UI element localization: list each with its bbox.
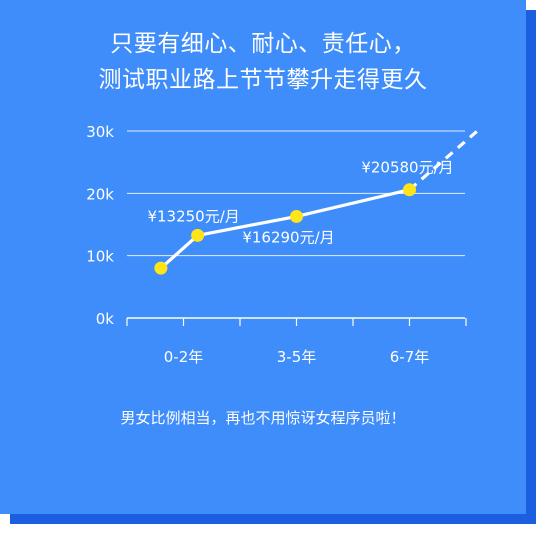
- data-label: ¥13250元/月: [147, 207, 239, 225]
- data-label: ¥16290元/月: [242, 228, 334, 246]
- x-tick-label: 6-7年: [390, 348, 430, 366]
- data-point: [403, 183, 416, 197]
- data-point: [191, 228, 205, 242]
- footer-note: 男女比例相当，再也不用惊讶女程序员啦！: [120, 409, 406, 427]
- x-tick-label: 0-2年: [164, 348, 204, 366]
- data-point: [154, 261, 168, 275]
- salary-line-chart: 0k 10k 20k 30k 0-2年 3-5年 6-7年 ¥13250元/月¥16290元…: [86, 123, 479, 366]
- card: 只要有细心、耐心、责任心， 测试职业路上节节攀升走得更久 0k 10k 20k 30k…: [0, 0, 526, 514]
- y-tick-label: 0k: [96, 310, 115, 328]
- data-point: [290, 209, 303, 223]
- y-tick-label: 30k: [86, 123, 114, 141]
- data-label: ¥20580元/月: [361, 159, 453, 177]
- y-tick-label: 20k: [86, 185, 114, 203]
- y-tick-label: 10k: [86, 248, 114, 266]
- x-tick-label: 3-5年: [277, 348, 317, 366]
